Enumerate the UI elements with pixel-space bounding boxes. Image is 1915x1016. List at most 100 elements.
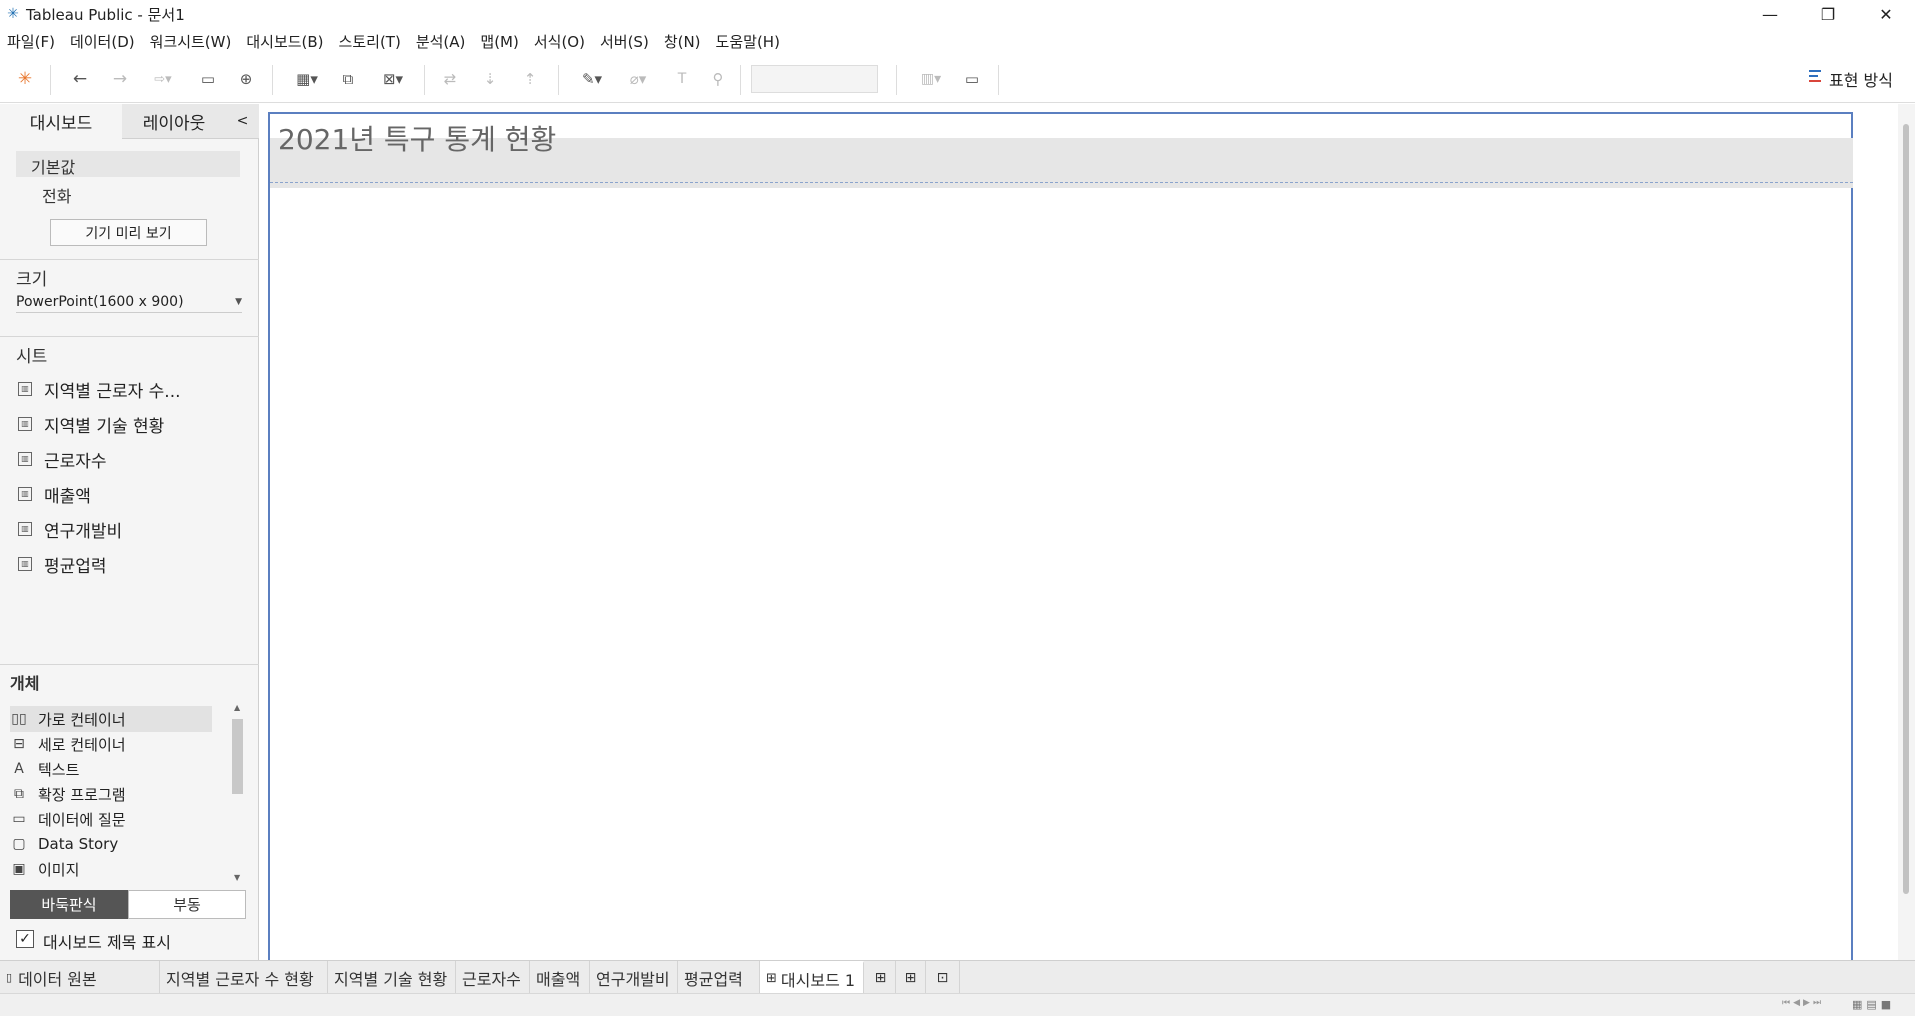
replay-icon[interactable]: ⇨▾ — [146, 67, 180, 91]
dashboard-title[interactable]: 2021년 특구 통계 현황 — [278, 118, 556, 158]
menu-format[interactable]: 서식(O) — [527, 31, 593, 52]
dashboard-canvas[interactable]: 2021년 특구 통계 현황 — [260, 104, 1898, 962]
device-phone[interactable]: 전화 — [42, 183, 71, 207]
scroll-thumb[interactable] — [232, 719, 243, 794]
data-source-tab[interactable]: ▯ 데이터 원본 — [0, 961, 160, 994]
menu-worksheet[interactable]: 워크시트(W) — [143, 31, 240, 52]
collapse-pane-icon[interactable]: < — [226, 104, 259, 139]
toolbar-separator — [50, 65, 51, 95]
tab-layout[interactable]: 레이아웃 — [122, 104, 226, 139]
show-title-checkbox[interactable]: ✓ — [16, 930, 34, 948]
tab-dashboard[interactable]: 대시보드 — [0, 104, 122, 139]
tab-label: 대시보드 1 — [780, 970, 856, 990]
sort-ascending-icon[interactable]: ⇣ — [478, 67, 502, 91]
redo-icon[interactable]: → — [108, 67, 132, 91]
object-data-story[interactable]: ▢ Data Story — [10, 832, 210, 856]
object-label: 확장 프로그램 — [38, 785, 126, 804]
duplicate-sheet-icon[interactable]: ⧉ — [336, 67, 360, 91]
sort-descending-icon[interactable]: ⇡ — [518, 67, 542, 91]
sheet-item[interactable]: ▥ 지역별 기술 현황 — [18, 411, 164, 437]
scroll-up-icon[interactable]: ▲ — [234, 703, 240, 712]
sheet-item[interactable]: ▥ 연구개발비 — [18, 516, 122, 542]
object-label: 이미지 — [38, 860, 80, 879]
menu-map[interactable]: 맵(M) — [473, 31, 526, 52]
show-cards-icon[interactable]: ▥▾ — [910, 67, 952, 91]
fit-dropdown[interactable] — [751, 65, 878, 93]
restore-button[interactable]: ❐ — [1799, 0, 1857, 28]
toolbar-separator — [740, 65, 741, 95]
object-image[interactable]: ▣ 이미지 — [10, 857, 210, 881]
size-dropdown[interactable]: PowerPoint(1600 x 900) ▼ — [16, 291, 242, 313]
sheet-label: 연구개발비 — [44, 521, 123, 542]
highlight-icon[interactable]: ✎▾ — [574, 67, 610, 91]
sheet-tab[interactable]: 연구개발비 — [590, 961, 678, 994]
clear-sheet-icon[interactable]: ⊠▾ — [372, 67, 414, 91]
new-worksheet-tab-icon[interactable]: ⊞ — [866, 961, 896, 994]
scroll-down-icon[interactable]: ▼ — [234, 873, 240, 882]
menu-window[interactable]: 창(N) — [657, 31, 709, 52]
sheet-item[interactable]: ▥ 지역별 근로자 수... — [18, 376, 181, 402]
sheet-tab[interactable]: 매출액 — [530, 961, 590, 994]
dashboard-tab-active[interactable]: ⊞ 대시보드 1 — [760, 961, 864, 994]
sheet-tab[interactable]: 평균업력 — [678, 961, 760, 994]
menu-analysis[interactable]: 분석(A) — [409, 31, 474, 52]
objects-scrollbar[interactable]: ▲ ▼ — [230, 703, 246, 885]
canvas-scrollbar[interactable] — [1898, 104, 1915, 960]
object-label: 가로 컨테이너 — [38, 710, 126, 729]
menu-file[interactable]: 파일(F) — [0, 31, 63, 52]
object-label: 텍스트 — [38, 760, 80, 779]
database-icon: ▯ — [6, 971, 13, 984]
dashboard-frame[interactable]: 2021년 특구 통계 현황 — [268, 112, 1853, 962]
object-text[interactable]: A 텍스트 — [10, 757, 210, 781]
save-icon[interactable]: ▭ — [196, 67, 220, 91]
image-icon: ▣ — [12, 861, 26, 877]
dashboard-pane: 대시보드 레이아웃 < 기본값 전화 기기 미리 보기 크기 PowerPoin… — [0, 104, 259, 960]
sheet-tab[interactable]: 지역별 근로자 수 현황 — [160, 961, 328, 994]
object-horizontal-container[interactable]: ▯▯ 가로 컨테이너 — [10, 707, 210, 731]
menu-help[interactable]: 도움말(H) — [709, 31, 788, 52]
undo-icon[interactable]: ← — [68, 67, 92, 91]
show-mark-labels-icon[interactable]: T — [670, 67, 694, 91]
menu-server[interactable]: 서버(S) — [593, 31, 657, 52]
menu-dashboard[interactable]: 대시보드(B) — [239, 31, 331, 52]
sheet-item[interactable]: ▥ 평균업력 — [18, 551, 107, 577]
swap-rows-columns-icon[interactable]: ⇄ — [438, 67, 462, 91]
divider — [0, 336, 259, 337]
floating-button[interactable]: 부동 — [128, 890, 246, 919]
size-heading: 크기 — [16, 270, 48, 290]
view-mode-icons[interactable]: ▦▤■ — [1852, 998, 1912, 1012]
tiled-button[interactable]: 바둑판식 — [10, 890, 128, 919]
menu-story[interactable]: 스토리(T) — [332, 31, 409, 52]
fix-axes-icon[interactable]: ⚲ — [706, 67, 730, 91]
new-dashboard-tab-icon[interactable]: ⊞ — [896, 961, 926, 994]
horizontal-container-icon: ▯▯ — [11, 711, 27, 727]
presentation-mode-icon[interactable]: ▭ — [960, 67, 984, 91]
sheet-item[interactable]: ▥ 근로자수 — [18, 446, 107, 472]
divider — [0, 259, 259, 260]
show-me-button[interactable]: 표현 방식 — [1809, 67, 1893, 91]
device-preview-button[interactable]: 기기 미리 보기 — [50, 219, 207, 246]
menu-data[interactable]: 데이터(D) — [63, 31, 143, 52]
close-button[interactable]: ✕ — [1857, 0, 1915, 28]
tab-navigation-icons[interactable]: ⏮◀▶⏭ — [1782, 998, 1836, 1012]
object-vertical-container[interactable]: ⊟ 세로 컨테이너 — [10, 732, 210, 756]
object-extension[interactable]: ⧉ 확장 프로그램 — [10, 782, 210, 806]
worksheet-icon: ▥ — [18, 522, 32, 536]
object-ask-data[interactable]: ▭ 데이터에 질문 — [10, 807, 210, 831]
menu-bar: 파일(F) 데이터(D) 워크시트(W) 대시보드(B) 스토리(T) 분석(A… — [0, 28, 1915, 55]
tableau-start-icon[interactable]: ✳ — [14, 67, 36, 91]
status-bar: ⏮◀▶⏭ ▦▤■ — [0, 993, 1915, 1016]
worksheet-icon: ▥ — [18, 382, 32, 396]
sheet-tab[interactable]: 지역별 기술 현황 — [328, 961, 456, 994]
minimize-button[interactable]: — — [1741, 0, 1799, 28]
new-data-source-icon[interactable]: ⊕ — [234, 67, 258, 91]
sheet-tab[interactable]: 근로자수 — [456, 961, 530, 994]
scroll-thumb[interactable] — [1903, 124, 1909, 894]
sheet-item[interactable]: ▥ 매출액 — [18, 481, 91, 507]
group-members-icon[interactable]: ⌀▾ — [620, 67, 656, 91]
sheet-tab-bar: ▯ 데이터 원본 지역별 근로자 수 현황 지역별 기술 현황 근로자수 매출액 … — [0, 960, 1915, 994]
new-story-tab-icon[interactable]: ⊡ — [926, 961, 960, 994]
new-worksheet-icon[interactable]: ▦▾ — [286, 67, 328, 91]
sheet-label: 평균업력 — [44, 556, 107, 577]
tableau-logo-icon: ✳ — [7, 6, 19, 22]
